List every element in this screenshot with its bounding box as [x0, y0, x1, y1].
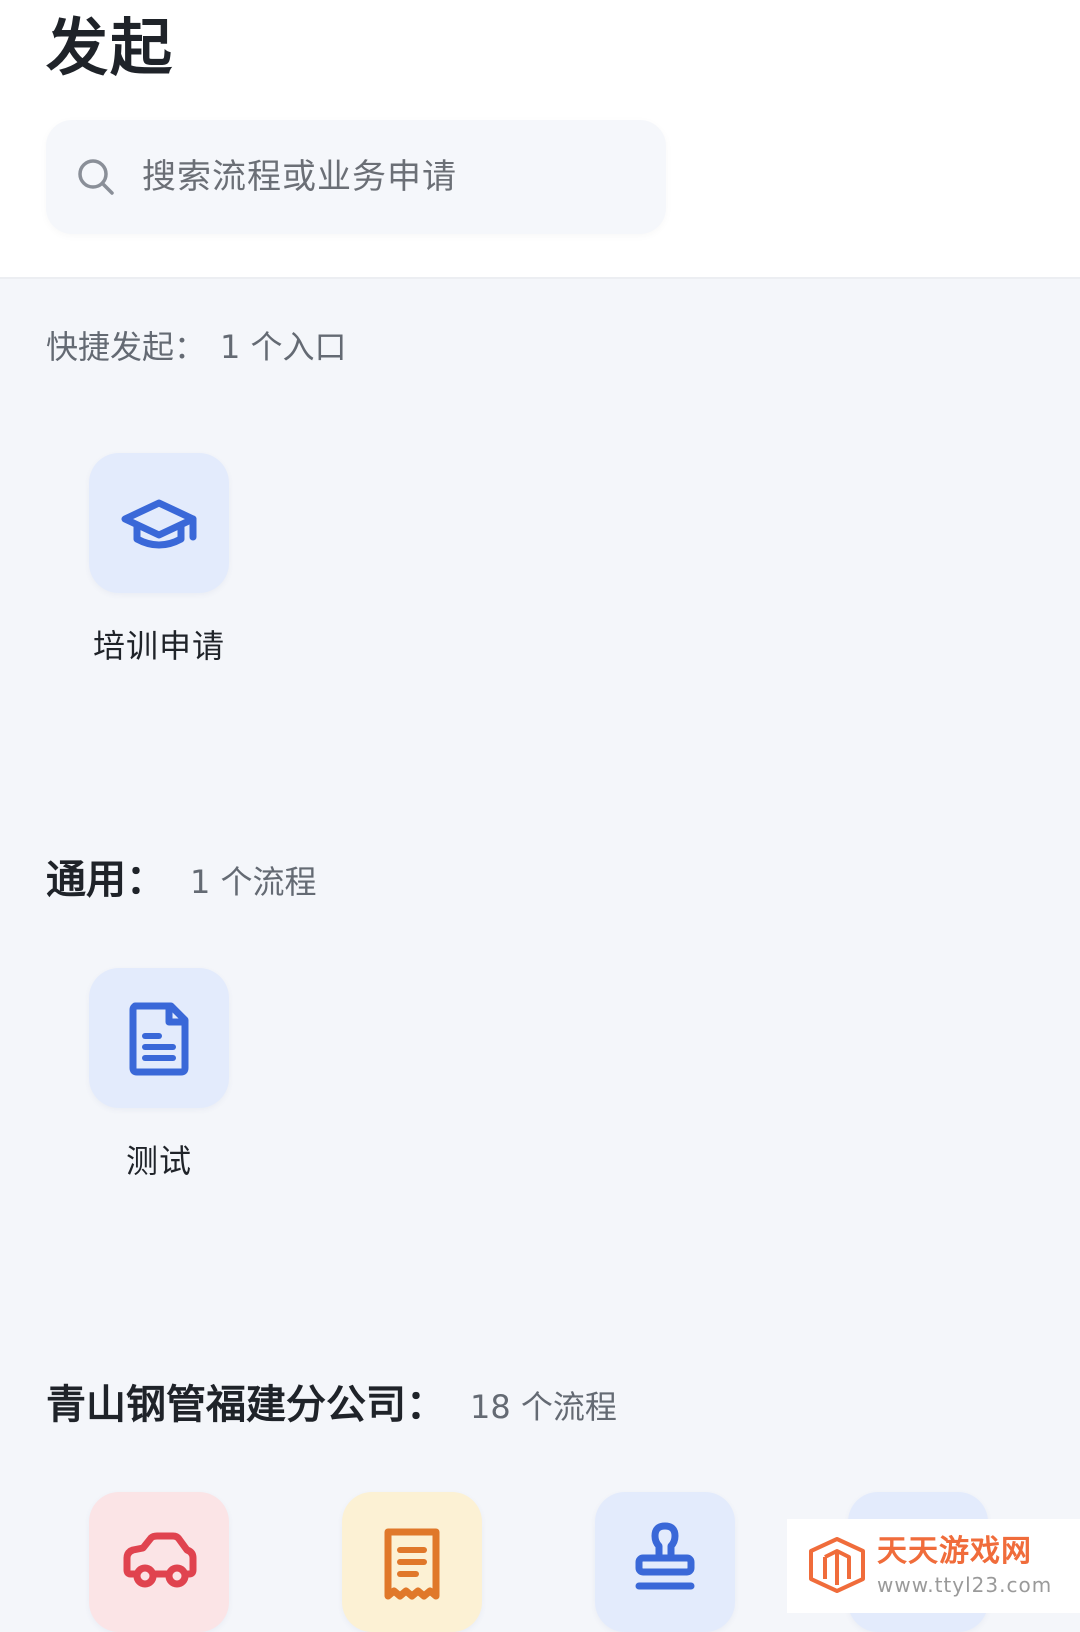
- search-icon: [78, 159, 114, 195]
- group-branch-name: 青山钢管福建分公司：: [46, 1382, 446, 1428]
- graduation-cap-icon: [121, 499, 197, 549]
- group-general-name: 通用：: [46, 857, 166, 903]
- document-icon: [129, 1002, 189, 1076]
- stamp-icon: [635, 1522, 695, 1590]
- watermark-logo-icon: [809, 1537, 865, 1593]
- group-general-count: 1 个流程: [190, 863, 317, 901]
- process-item-label: 测试: [125, 1142, 192, 1180]
- quick-start-count: 1 个入口: [220, 328, 347, 366]
- page-title: 发起: [46, 11, 175, 84]
- quick-item-training-application[interactable]: [89, 453, 229, 593]
- car-icon: [123, 1532, 197, 1588]
- process-item-vehicle[interactable]: [89, 1492, 229, 1632]
- group-branch-heading: 青山钢管福建分公司： 18 个流程: [46, 1380, 617, 1438]
- watermark-url: www.ttyl23.com: [877, 1573, 1053, 1597]
- watermark: 天天游戏网 www.ttyl23.com: [787, 1519, 1080, 1613]
- group-branch-count: 18 个流程: [470, 1388, 617, 1426]
- group-general-heading: 通用： 1 个流程: [46, 855, 317, 913]
- quick-item-label: 培训申请: [92, 627, 225, 665]
- quick-start-title: 快捷发起：: [46, 328, 207, 366]
- page-header: 发起 搜索流程或业务申请: [0, 0, 1080, 279]
- search-input[interactable]: 搜索流程或业务申请: [46, 120, 666, 234]
- process-item-receipt[interactable]: [342, 1492, 482, 1632]
- watermark-name: 天天游戏网: [877, 1534, 1032, 1569]
- receipt-icon: [384, 1528, 440, 1600]
- quick-start-label: 快捷发起： 1 个入口: [46, 322, 347, 372]
- process-item-test[interactable]: [89, 968, 229, 1108]
- process-item-seal[interactable]: [595, 1492, 735, 1632]
- search-placeholder: 搜索流程或业务申请: [142, 157, 457, 197]
